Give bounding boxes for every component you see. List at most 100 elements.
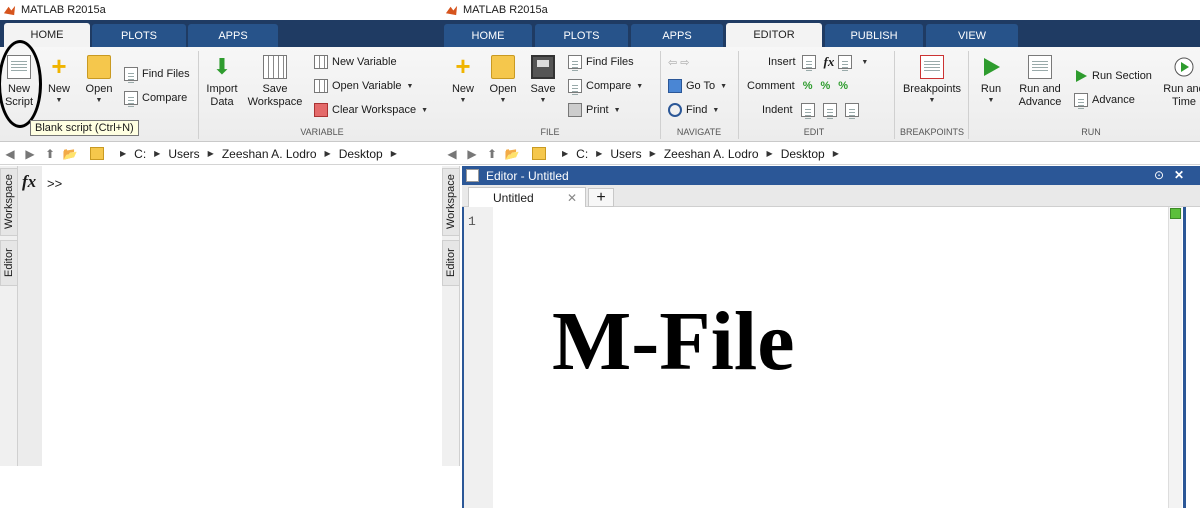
browse-folder-icon[interactable]: 📂 <box>502 147 522 161</box>
breakpoints-icon <box>920 55 944 79</box>
breakpoints-label: Breakpoints <box>902 83 962 95</box>
breadcrumb-item[interactable]: Zeeshan A. Lodro <box>222 147 317 161</box>
chevron-down-icon: ▼ <box>636 82 644 90</box>
side-tab-editor[interactable]: Editor <box>0 240 18 286</box>
go-to-button[interactable]: Go To ▼ <box>668 77 727 95</box>
editor-scrollbar[interactable] <box>1168 207 1182 508</box>
up-folder-icon[interactable]: ⬆ <box>482 147 502 161</box>
compare-button[interactable]: Compare <box>124 89 187 107</box>
editor-menu-icon[interactable]: ⊙ <box>1154 168 1164 182</box>
chevron-down-icon: ▼ <box>928 97 936 104</box>
group-label-navigate: NAVIGATE <box>676 127 722 137</box>
run-and-time-label-2: Time <box>1171 96 1197 108</box>
find-button[interactable]: Find ▼ <box>668 101 719 119</box>
open-button[interactable]: Open ▼ <box>488 55 518 106</box>
printer-icon <box>568 103 582 117</box>
find-files-button[interactable]: Find Files <box>124 65 190 83</box>
print-button[interactable]: Print ▼ <box>568 101 621 119</box>
insert-button[interactable]: Insert fx ▼ <box>768 53 868 71</box>
save-button[interactable]: Save ▼ <box>528 55 558 106</box>
comment-button[interactable]: Comment % % % <box>747 77 848 95</box>
tab-view[interactable]: VIEW <box>926 24 1018 47</box>
new-button[interactable]: + New ▼ <box>448 51 478 106</box>
navigate-back-forward[interactable]: ⇦ ⇨ <box>668 53 690 71</box>
breadcrumb-item[interactable]: C: <box>134 147 146 161</box>
open-variable-label: Open Variable <box>332 80 402 92</box>
breadcrumb-item[interactable]: Desktop <box>781 147 825 161</box>
run-and-time-button[interactable]: Run and Time <box>1160 55 1200 109</box>
compare-button[interactable]: Compare ▼ <box>568 77 643 95</box>
find-files-button[interactable]: Find Files <box>568 53 634 71</box>
back-arrow-icon[interactable]: ◀ <box>0 147 20 161</box>
decrease-indent-icon <box>844 103 859 117</box>
close-tab-icon[interactable]: ✕ <box>567 191 577 205</box>
run-and-advance-label-2: Advance <box>1018 96 1062 108</box>
new-variable-label: New Variable <box>332 56 397 68</box>
run-and-advance-button[interactable]: Run and Advance <box>1016 55 1064 109</box>
chevron-down-icon: ▼ <box>712 106 720 114</box>
advance-button[interactable]: Advance <box>1074 91 1135 109</box>
breadcrumb-item[interactable]: Users <box>610 147 641 161</box>
chevron-down-icon: ▼ <box>499 97 507 104</box>
compare-label: Compare <box>142 92 188 104</box>
group-label-edit: EDIT <box>803 127 825 137</box>
open-button[interactable]: Open ▼ <box>84 55 114 106</box>
tab-apps[interactable]: APPS <box>188 24 278 47</box>
breadcrumb-item[interactable]: Zeeshan A. Lodro <box>664 147 759 161</box>
tab-apps[interactable]: APPS <box>631 24 723 47</box>
tab-plots[interactable]: PLOTS <box>92 24 186 47</box>
save-workspace-button[interactable]: Save Workspace <box>244 55 306 109</box>
up-folder-icon[interactable]: ⬆ <box>40 147 60 161</box>
run-section-button[interactable]: Run Section <box>1074 67 1152 85</box>
side-tab-editor[interactable]: Editor <box>442 240 460 286</box>
command-window-margin <box>18 166 42 466</box>
new-tab-button[interactable]: + <box>588 188 614 207</box>
tab-publish[interactable]: PUBLISH <box>825 24 923 47</box>
forward-arrow-icon[interactable]: ▶ <box>462 147 482 161</box>
chevron-right-icon: ▶ <box>832 149 839 158</box>
annotation-circle <box>0 40 42 128</box>
breakpoints-button[interactable]: Breakpoints ▼ <box>900 55 964 106</box>
breadcrumb: ▶ C: ▶ Users ▶ Zeeshan A. Lodro ▶ Deskto… <box>554 147 847 161</box>
close-icon[interactable]: ✕ <box>1174 168 1184 182</box>
run-section-icon <box>1074 69 1088 83</box>
run-button[interactable]: Run ▼ <box>976 55 1006 106</box>
chevron-right-icon: ▶ <box>324 149 331 158</box>
save-workspace-label-1: Save <box>262 83 288 95</box>
editor-tab-untitled[interactable]: Untitled ✕ <box>468 187 586 207</box>
side-panel-tabs: Workspace Editor <box>0 166 18 466</box>
chevron-right-icon: ▶ <box>207 149 214 158</box>
side-tab-workspace[interactable]: Workspace <box>0 168 18 236</box>
breadcrumb-item[interactable]: Users <box>168 147 199 161</box>
new-plus-icon: + <box>455 51 471 81</box>
breadcrumb-item[interactable]: Desktop <box>339 147 383 161</box>
tab-home[interactable]: HOME <box>444 24 532 47</box>
breadcrumb: ▶ C: ▶ Users ▶ Zeeshan A. Lodro ▶ Deskto… <box>112 147 405 161</box>
chevron-down-icon: ▼ <box>720 82 728 90</box>
forward-arrow-icon[interactable]: ▶ <box>20 147 40 161</box>
clear-workspace-button[interactable]: Clear Workspace ▼ <box>314 101 428 119</box>
new-button[interactable]: + New ▼ <box>44 53 74 106</box>
tab-plots[interactable]: PLOTS <box>535 24 628 47</box>
compare-label: Compare <box>586 80 632 92</box>
save-workspace-label-2: Workspace <box>247 96 303 108</box>
indent-button[interactable]: Indent <box>762 101 863 119</box>
group-label-file: FILE <box>540 127 560 137</box>
browse-folder-icon[interactable]: 📂 <box>60 147 80 161</box>
comment-percent-icon: % <box>802 80 813 92</box>
chevron-down-icon: ▼ <box>613 106 621 114</box>
insert-function-icon: fx <box>823 54 835 69</box>
import-label-1: Import <box>206 83 238 95</box>
group-separator <box>894 51 895 139</box>
command-window[interactable] <box>42 166 442 508</box>
matlab-logo-icon <box>3 5 16 15</box>
function-browser-icon[interactable]: fx <box>22 172 36 192</box>
side-tab-workspace[interactable]: Workspace <box>442 168 460 236</box>
back-arrow-icon[interactable]: ◀ <box>442 147 462 161</box>
import-data-button[interactable]: ⬇ Import Data <box>204 55 240 109</box>
advance-icon <box>1074 93 1088 107</box>
open-variable-button[interactable]: Open Variable ▼ <box>314 77 413 95</box>
new-variable-button[interactable]: New Variable <box>314 53 397 71</box>
breadcrumb-item[interactable]: C: <box>576 147 588 161</box>
tab-editor[interactable]: EDITOR <box>726 23 822 47</box>
